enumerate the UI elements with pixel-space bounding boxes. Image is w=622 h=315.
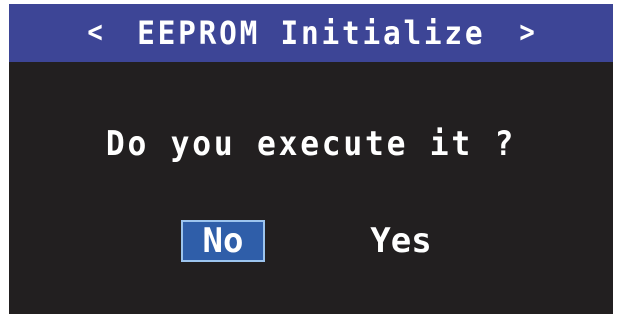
lcd-screen: < EEPROM Initialize > Do you execute it …	[9, 4, 613, 314]
title-bar: < EEPROM Initialize >	[9, 4, 613, 62]
prev-page-arrow[interactable]: <	[87, 18, 102, 48]
page-title: EEPROM Initialize	[136, 14, 486, 52]
yes-button[interactable]: Yes	[359, 220, 443, 262]
no-button[interactable]: No	[181, 220, 265, 262]
next-page-arrow[interactable]: >	[520, 18, 535, 48]
confirm-prompt: Do you execute it ?	[105, 124, 517, 164]
